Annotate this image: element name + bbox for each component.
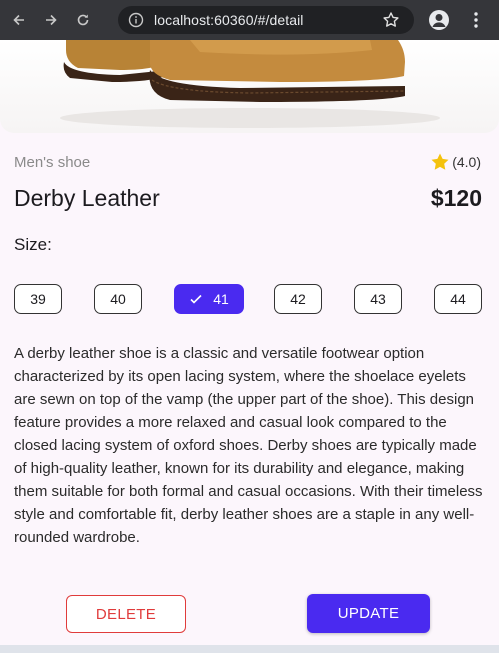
browser-toolbar: localhost:60360/#/detail xyxy=(0,0,499,40)
size-chip-41-selected[interactable]: 41 xyxy=(174,284,244,314)
size-chip-39[interactable]: 39 xyxy=(14,284,62,314)
product-name: Derby Leather xyxy=(14,185,160,211)
size-label: Size: xyxy=(14,235,52,254)
product-price: $120 xyxy=(430,185,482,211)
taskbar-edge xyxy=(0,645,499,653)
back-arrow-icon[interactable] xyxy=(6,7,32,33)
size-chip-40[interactable]: 40 xyxy=(94,284,142,314)
menu-dots-icon[interactable] xyxy=(466,10,486,30)
update-button[interactable]: UPDATE xyxy=(307,594,430,633)
product-image xyxy=(0,40,499,133)
forward-arrow-icon[interactable] xyxy=(38,7,64,33)
rating-value: (4.0) xyxy=(452,154,481,170)
star-icon xyxy=(431,153,449,170)
detail-page: Men's shoe (4.0) Derby Leather $120 Size… xyxy=(0,40,499,653)
rating: (4.0) xyxy=(430,152,481,172)
product-category: Men's shoe xyxy=(14,154,91,171)
bookmark-star-icon[interactable] xyxy=(382,11,400,29)
size-chip-42[interactable]: 42 xyxy=(274,284,322,314)
reload-icon[interactable] xyxy=(70,7,96,33)
address-bar[interactable]: localhost:60360/#/detail xyxy=(118,6,414,34)
site-info-icon[interactable] xyxy=(128,12,144,28)
size-selector: 39 40 41 42 43 44 xyxy=(14,284,482,316)
url-text: localhost:60360/#/detail xyxy=(154,12,304,28)
product-description: A derby leather shoe is a classic and ve… xyxy=(14,345,483,546)
profile-icon[interactable] xyxy=(429,10,449,30)
delete-button[interactable]: DELETE xyxy=(66,595,186,633)
size-chip-43[interactable]: 43 xyxy=(354,284,402,314)
check-icon xyxy=(190,294,202,304)
size-chip-44[interactable]: 44 xyxy=(434,284,482,314)
